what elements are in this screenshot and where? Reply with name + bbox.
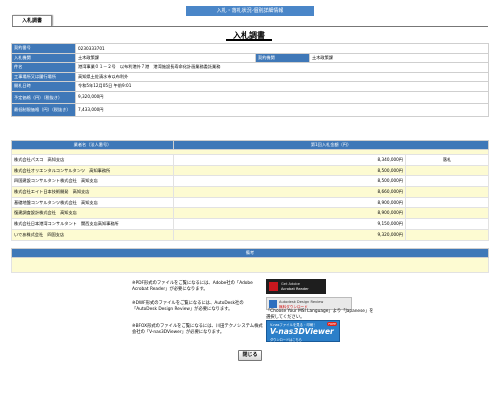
contract-no-label: 契約番号	[11, 43, 76, 54]
tab-divider	[12, 26, 488, 27]
min-price-value: 7,433,000円	[75, 103, 489, 117]
close-button[interactable]: 閉じる	[238, 350, 262, 361]
table-row: 基礎地盤コンサルタンツ株式会社 高知支店 8,900,000円	[11, 196, 489, 209]
bid-amount: 9,320,000円	[173, 228, 406, 241]
award-note	[405, 196, 489, 209]
page-header-bar: 入札・落札状況-個別詳細情報	[186, 6, 314, 16]
opening-date-value: 令和5年12月05日 午前9:01	[75, 81, 489, 92]
table-row: 復建調査設計株式会社 高知支店 8,900,000円	[11, 207, 489, 220]
award-note	[405, 207, 489, 220]
location-value: 高知県土佐清水市以布利外	[75, 71, 489, 82]
bid-amount: 8,660,000円	[173, 186, 406, 198]
table-row: 株式会社日本港湾コンサルタント 関西支店高知事務所 9,150,000円	[11, 218, 489, 230]
bidder-name: いであ株式会社 四国支店	[11, 228, 174, 241]
award-note: 落札	[405, 154, 489, 166]
pdf-notice: ※PDF形式のファイルをご覧になるには、Adobe社の「Adobe Acroba…	[132, 281, 253, 293]
contract-org-label: 契約機関	[255, 52, 310, 63]
bidder-name: 株式会社パスコ 高知支店	[11, 154, 174, 166]
table-row: 株式会社オリエンタルコンサルタンツ 高知事務所 8,500,000円	[11, 164, 489, 177]
bfox-notice: ※BFOX形式のファイルをご覧になるには、川田テクノシステム株式会社の「V-na…	[132, 324, 263, 336]
location-label: 工事場所又は履行場所	[11, 71, 76, 82]
table-row: 株式会社パスコ 高知支店 8,340,000円 落札	[11, 154, 489, 166]
subject-label: 件名	[11, 62, 76, 73]
bid-org-label: 入札機関	[11, 52, 76, 63]
remarks-value	[11, 257, 489, 273]
award-note	[405, 175, 489, 188]
opening-date-label: 開札日時	[11, 81, 76, 92]
award-note	[405, 186, 489, 198]
bidder-name: 基礎地盤コンサルタンツ株式会社 高知支店	[11, 196, 174, 209]
adobe-banner-line1: Get Adobe	[281, 282, 300, 286]
free-badge: FREE	[327, 322, 337, 326]
bid-amount: 8,500,000円	[173, 175, 406, 188]
estimated-price-label: 予定価格（円）（税抜き）	[11, 90, 76, 104]
remarks-table: 備考	[11, 248, 489, 273]
bid-info-table: 契約番号 0230333701 入札機関 土木政策課 契約機関 土木政策課 件名…	[11, 43, 489, 117]
adobe-banner-line2: Acrobat Reader	[281, 287, 309, 291]
min-price-label: 最低制限価格（円）（税抜き）	[11, 103, 76, 117]
bidder-name: 株式会社オリエンタルコンサルタンツ 高知事務所	[11, 164, 174, 177]
adobe-logo-icon	[269, 282, 278, 291]
bidder-name: 株式会社日本港湾コンサルタント 関西支店高知事務所	[11, 218, 174, 230]
dwf-notice: ※DWF形式のファイルをご覧になるには、AutoDesk社の「AutoDesk …	[132, 301, 244, 313]
vnas-banner-line3: ダウンロードはこちら	[270, 338, 302, 342]
bid-amount: 8,900,000円	[173, 207, 406, 220]
bid-org-value: 土木政策課	[75, 52, 256, 63]
vnas-3dviewer-banner[interactable]: V-nasファイルを見る・印刷！ FREE V-nas3DViewer ダウンロ…	[266, 320, 340, 342]
award-note	[405, 164, 489, 177]
tab-bid-record[interactable]: 入札調書	[12, 15, 52, 26]
contract-org-value: 土木政策課	[309, 52, 489, 63]
page-title: 入札調書	[226, 30, 272, 41]
bid-amount: 8,900,000円	[173, 196, 406, 209]
subject-value: 港湾事業０１－２号 以布利港外７港 港湾施設長寿命化計画業務委託業務	[75, 62, 489, 73]
award-note	[405, 228, 489, 241]
contract-no-value: 0230333701	[75, 43, 489, 54]
autodesk-logo-icon	[269, 300, 277, 308]
table-row: 四国建設コンサルタント株式会社 高知支店 8,500,000円	[11, 175, 489, 188]
adobe-reader-banner[interactable]: Get Adobe Acrobat Reader	[266, 279, 326, 294]
bid-amount-header: 第1回入札金額（円）	[173, 140, 489, 150]
bidder-name-header: 業者名（法人番号）	[11, 140, 174, 150]
remarks-header: 備考	[11, 248, 489, 258]
table-row: 株式会社エイト日本技術開発 高知支店 8,660,000円	[11, 186, 489, 198]
bid-amount: 9,150,000円	[173, 218, 406, 230]
bid-amount: 8,340,000円	[173, 154, 406, 166]
bidder-name: 株式会社エイト日本技術開発 高知支店	[11, 186, 174, 198]
bidder-name: 四国建設コンサルタント株式会社 高知支店	[11, 175, 174, 188]
autodesk-banner-line1: Autodesk Design Review	[279, 299, 324, 304]
award-note	[405, 218, 489, 230]
vnas-banner-title: V-nas3DViewer	[270, 327, 334, 336]
bidder-name: 復建調査設計株式会社 高知支店	[11, 207, 174, 220]
bidders-table: 業者名（法人番号） 第1回入札金額（円） 株式会社パスコ 高知支店 8,340,…	[11, 140, 489, 241]
estimated-price-value: 9,320,000円	[75, 90, 489, 104]
bid-amount: 8,500,000円	[173, 164, 406, 177]
table-row: いであ株式会社 四国支店 9,320,000円	[11, 228, 489, 241]
